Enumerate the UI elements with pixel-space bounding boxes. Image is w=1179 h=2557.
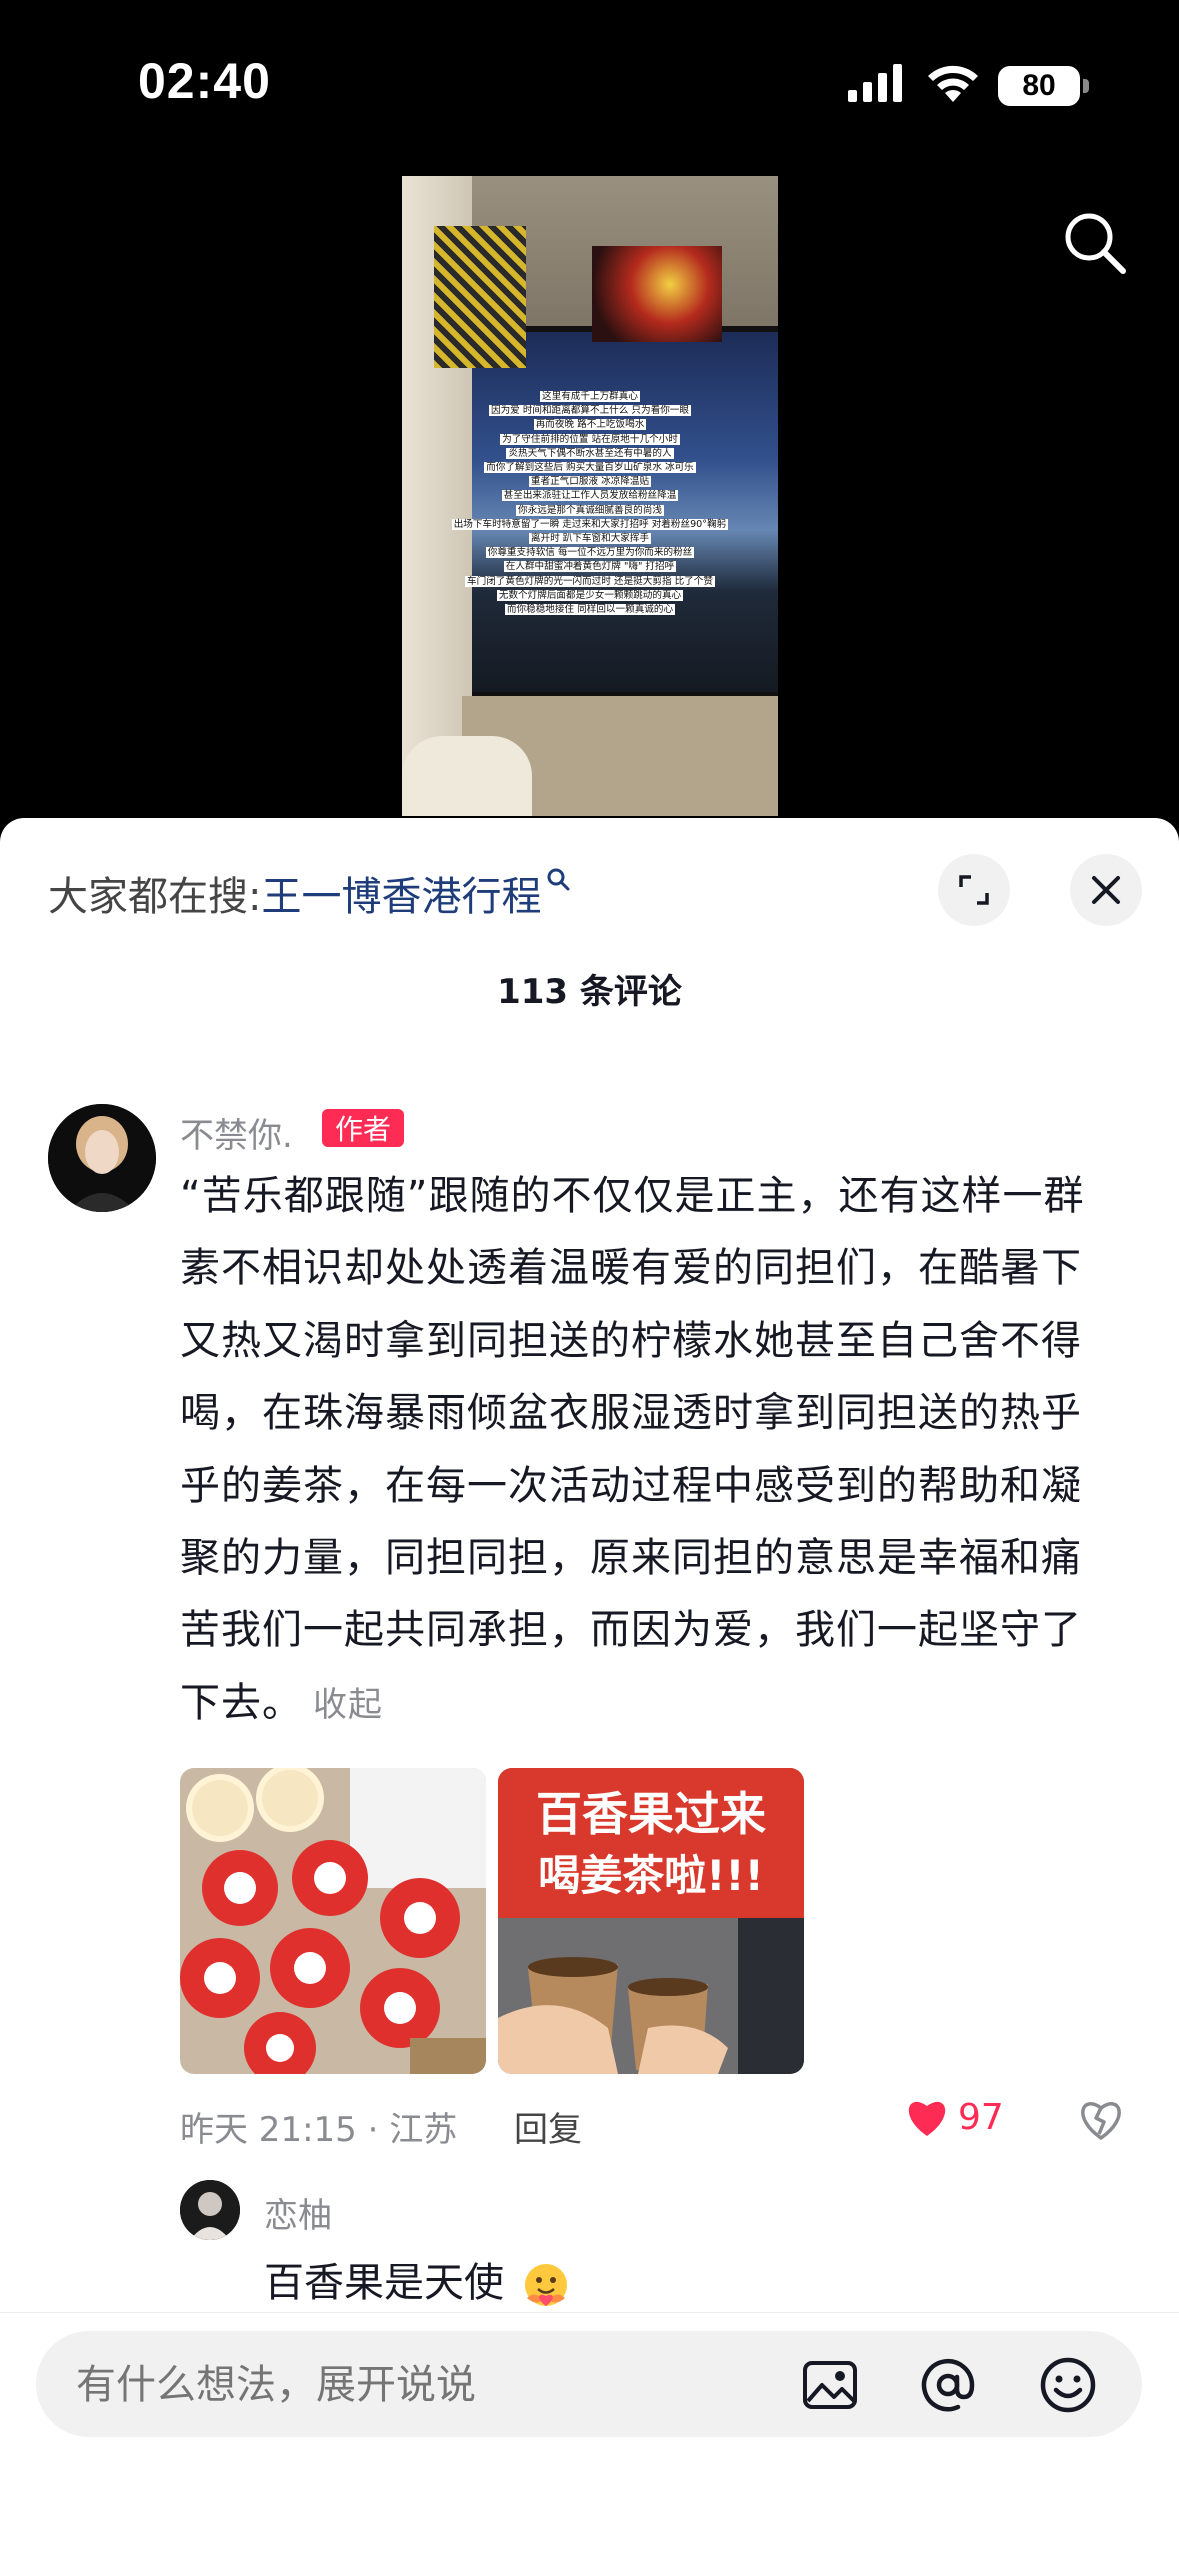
search-small-icon (547, 868, 570, 891)
video-player[interactable]: 这里有成千上万群真心 因为爱 时间和距离都算不上什么 只为看你一眼 再而夜晚 路… (402, 176, 778, 816)
comment-body: “苦乐都跟随”跟随的不仅仅是正主，还有这样一群素不相识却处处透着温暖有爱的同担们… (180, 1160, 1120, 1741)
comment-count: 113 条评论 (497, 972, 682, 1012)
comment-time-location: 昨天 21:15 · 江苏 (180, 2110, 458, 2150)
like-count: 97 (958, 2096, 1004, 2138)
video-chair (402, 736, 532, 816)
comment-image-ginger-tea[interactable]: 百香果过来 喝姜茶啦!!! (498, 1768, 804, 2074)
battery-tip (1083, 79, 1089, 93)
reply-username[interactable]: 恋柚 (264, 2188, 332, 2237)
search-icon[interactable] (1062, 210, 1128, 276)
reply-avatar[interactable] (180, 2180, 240, 2240)
video-inset-crowd-photo (434, 226, 526, 368)
reply-avatar-image (180, 2180, 240, 2240)
status-time: 02:40 (138, 53, 271, 109)
comment-username[interactable]: 不禁你. (180, 1108, 293, 1157)
reply-body: 百香果是天使 (264, 2250, 571, 2310)
collapse-link[interactable]: 收起 (313, 1685, 383, 1725)
cellular-signal-icon (848, 64, 902, 102)
mention-icon[interactable] (918, 2355, 978, 2415)
expand-icon (959, 875, 989, 905)
expand-button[interactable] (938, 854, 1010, 926)
sign-text-line2: 喝姜茶啦!!! (538, 1851, 763, 1900)
hot-search-keyword[interactable]: 王一博香港行程 (261, 874, 541, 920)
avatar-image (48, 1104, 156, 1212)
hot-search-prefix: 大家都在搜: (48, 874, 262, 920)
video-overlay-text: 这里有成千上万群真心 因为爱 时间和距离都算不上什么 只为看你一眼 再而夜晚 路… (451, 391, 729, 616)
image-picker-icon[interactable] (800, 2355, 860, 2415)
like-button[interactable]: 97 (904, 2096, 1004, 2138)
wifi-icon (928, 65, 978, 102)
emoji-icon[interactable] (1038, 2355, 1098, 2415)
heart-filled-icon (908, 2101, 946, 2136)
status-bar: 02:40 80 (0, 0, 1179, 180)
avatar[interactable] (48, 1104, 156, 1212)
comment-text: “苦乐都跟随”跟随的不仅仅是正主，还有这样一群素不相识却处处透着温暖有爱的同担们… (180, 1173, 1085, 1726)
sign-text-line1: 百香果过来 (536, 1787, 766, 1841)
close-button[interactable] (1070, 854, 1142, 926)
broken-heart-icon[interactable] (1076, 2094, 1126, 2144)
close-icon (1092, 876, 1120, 904)
comment-input-bar (0, 2312, 1179, 2557)
author-badge: 作者 (322, 1109, 404, 1147)
comment-sheet: 大家都在搜:王一博香港行程 113 条评论 不禁你. 作者 “苦乐都跟随”跟随的… (0, 818, 1179, 2556)
comment-input[interactable] (36, 2331, 1142, 2437)
hugging-face-emoji-icon (524, 2264, 567, 2306)
video-inset-car-photo (592, 246, 722, 342)
comment-image-lemon-drinks[interactable] (180, 1768, 486, 2074)
comment-input-field[interactable] (74, 2361, 778, 2409)
battery-indicator: 80 (998, 66, 1080, 106)
reply-text: 百香果是天使 (264, 2260, 504, 2306)
reply-button[interactable]: 回复 (514, 2102, 582, 2151)
hot-search-bar[interactable]: 大家都在搜:王一博香港行程 (48, 864, 571, 922)
